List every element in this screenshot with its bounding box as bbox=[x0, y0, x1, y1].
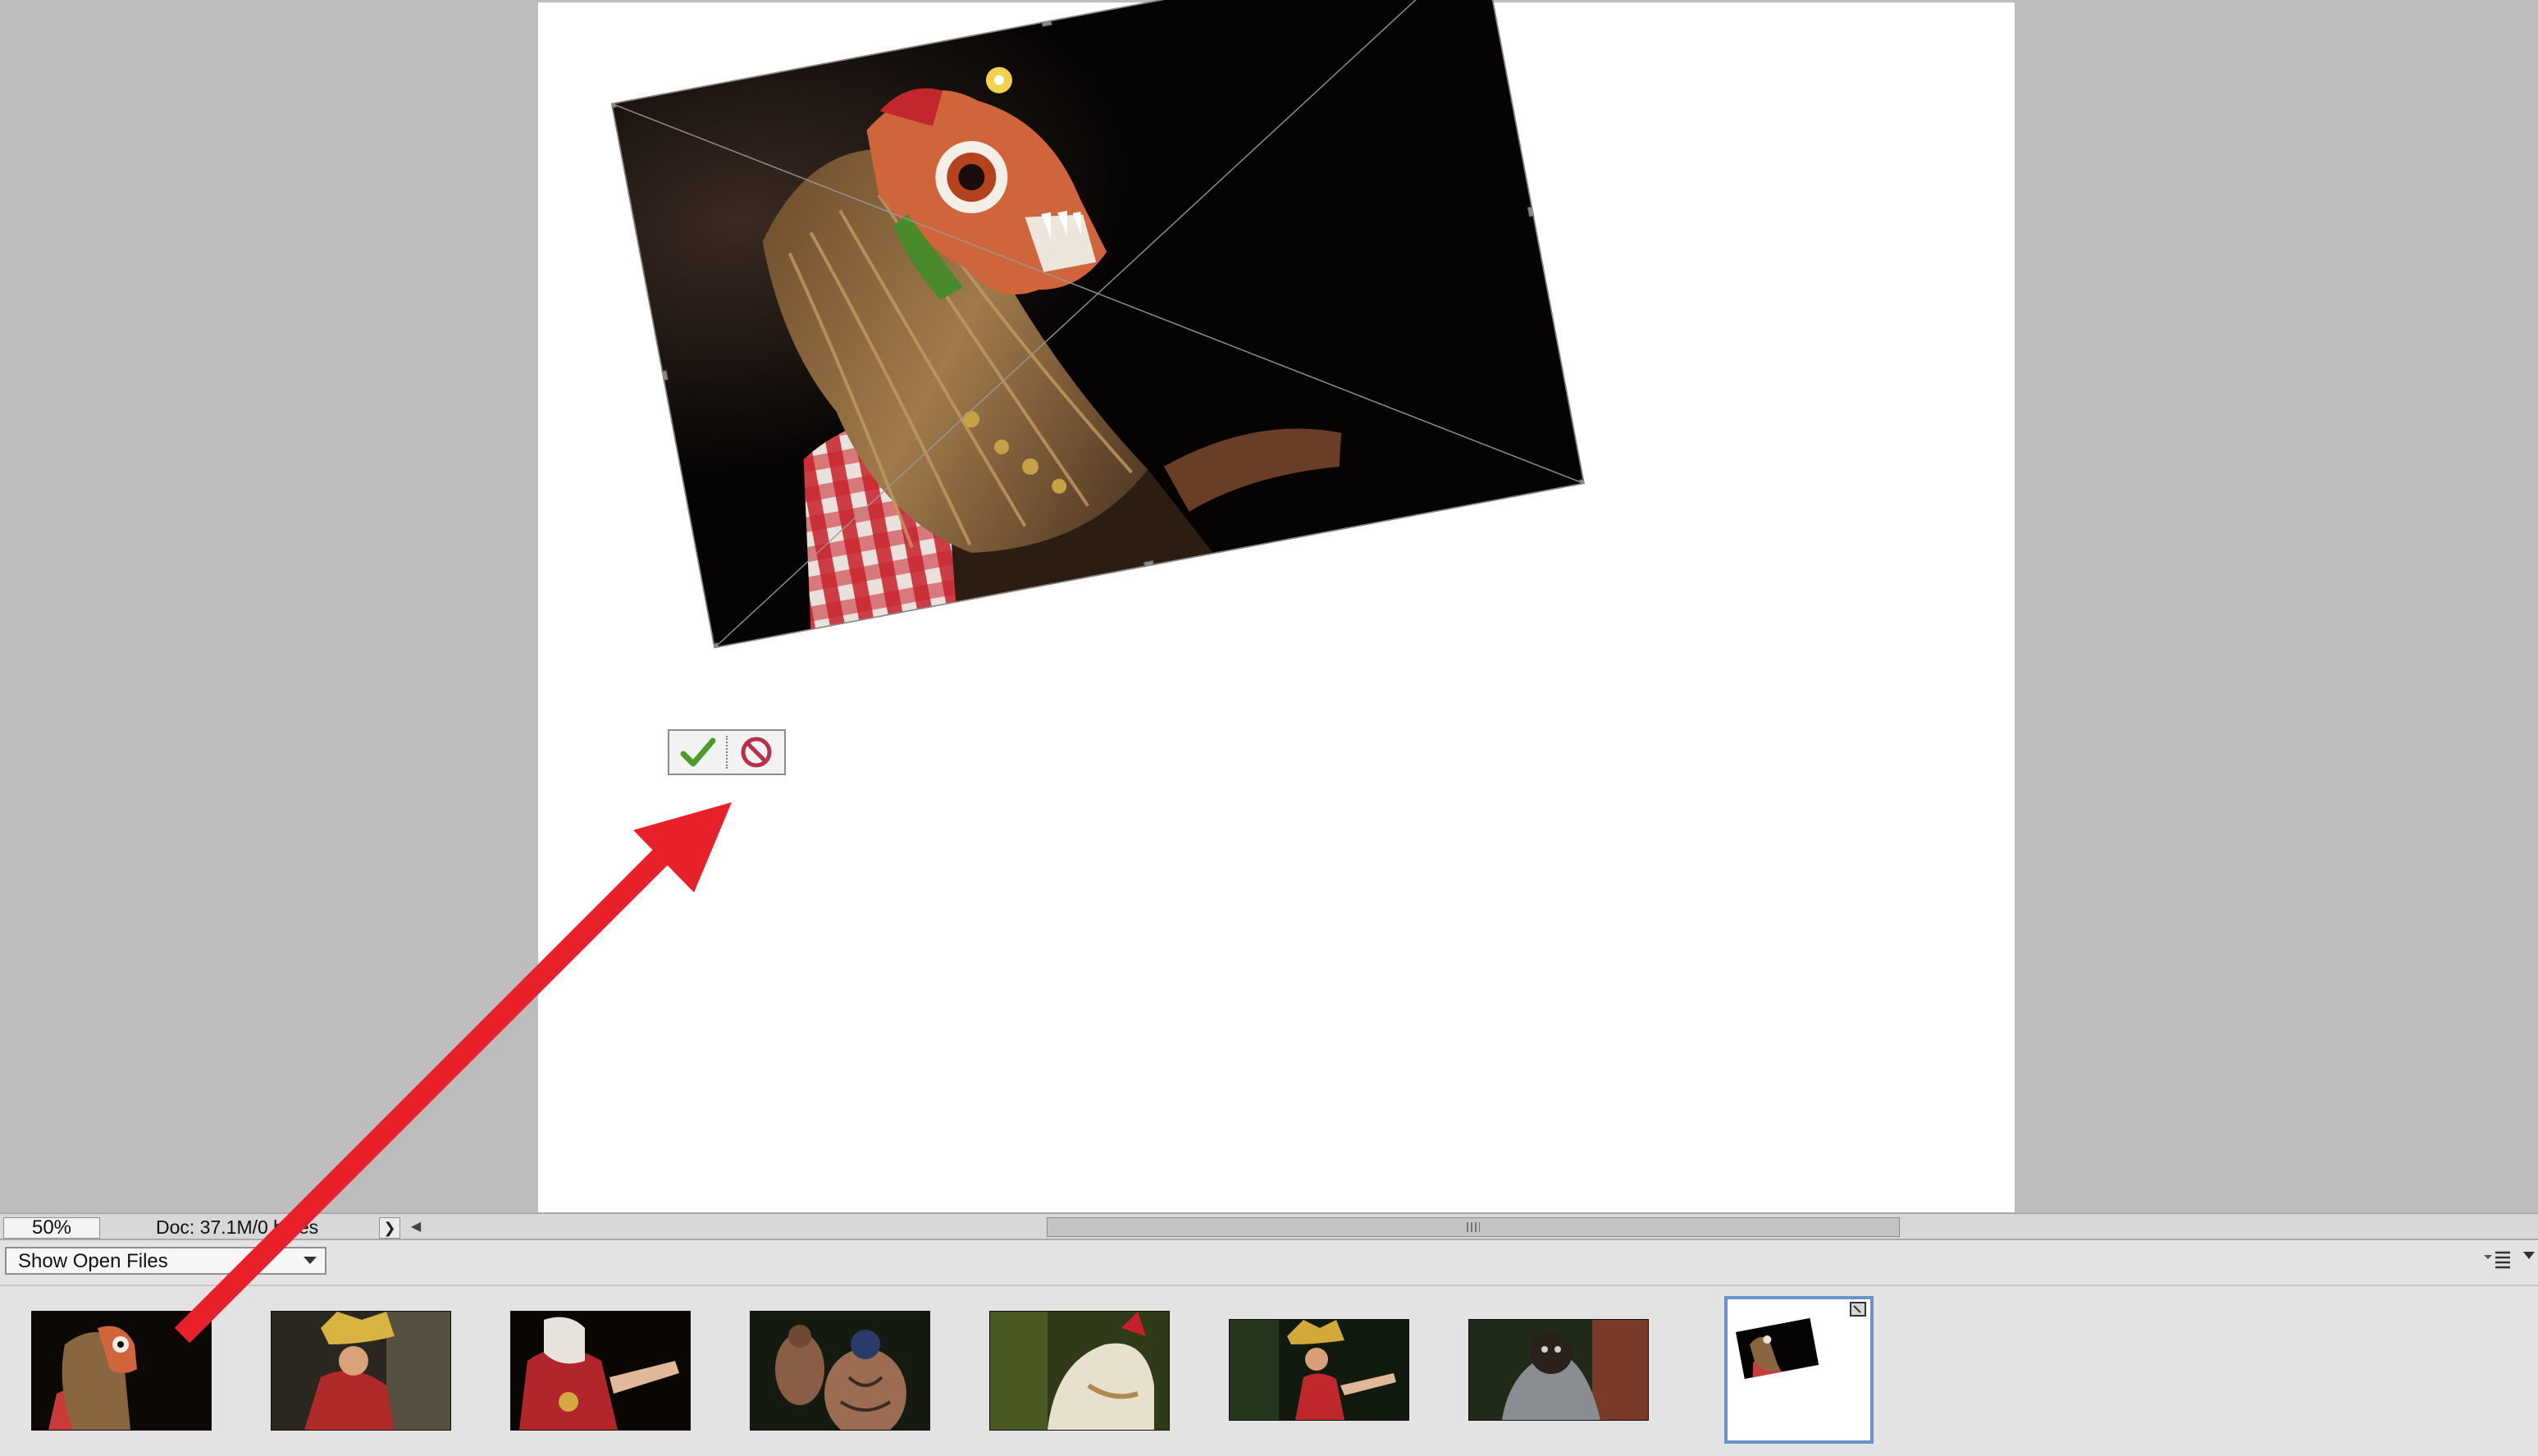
status-bar: 50% Doc: 37.1M/0 bytes ❯ ◀ bbox=[0, 1212, 2538, 1240]
photo-bin: Show Open Files bbox=[0, 1240, 2538, 1456]
thumbnail-tattooed-performers[interactable] bbox=[750, 1311, 930, 1431]
chevron-down-icon bbox=[304, 1257, 317, 1264]
scroll-left-arrow-icon[interactable]: ◀ bbox=[407, 1217, 425, 1237]
document-info: Doc: 37.1M/0 bytes bbox=[156, 1216, 319, 1238]
thumbnail-dark-mask-performer[interactable] bbox=[1468, 1319, 1649, 1421]
thumbnail-masked-dancer[interactable] bbox=[31, 1311, 212, 1431]
thumbnail-headdress-gesture[interactable] bbox=[1229, 1319, 1409, 1421]
commit-transform-button[interactable] bbox=[669, 731, 726, 774]
bin-options-icon[interactable] bbox=[2481, 1247, 2513, 1271]
bin-expand-chevron-icon[interactable] bbox=[2523, 1252, 2535, 1259]
cancel-transform-button[interactable] bbox=[728, 731, 784, 774]
cancel-icon bbox=[741, 737, 771, 768]
transform-commit-bar bbox=[668, 729, 786, 775]
dropdown-selected-value: Show Open Files bbox=[18, 1250, 168, 1272]
status-info-menu-button[interactable]: ❯ bbox=[379, 1217, 400, 1239]
checkmark-icon bbox=[680, 737, 715, 767]
thumbnail-golden-headdress[interactable] bbox=[271, 1311, 451, 1431]
horizontal-scrollbar[interactable] bbox=[427, 1217, 2538, 1237]
scrollbar-grip-icon bbox=[1467, 1222, 1480, 1232]
bin-divider bbox=[0, 1285, 2538, 1286]
thumbnail-current-document[interactable] bbox=[1724, 1296, 1874, 1444]
photo-bin-source-dropdown[interactable]: Show Open Files bbox=[5, 1247, 326, 1275]
thumbnail-red-costume-dancer[interactable] bbox=[510, 1311, 691, 1431]
zoom-level-field[interactable]: 50% bbox=[3, 1217, 100, 1239]
thumbnail-white-lion[interactable] bbox=[989, 1311, 1170, 1431]
horizontal-scrollbar-thumb[interactable] bbox=[1047, 1217, 1900, 1237]
